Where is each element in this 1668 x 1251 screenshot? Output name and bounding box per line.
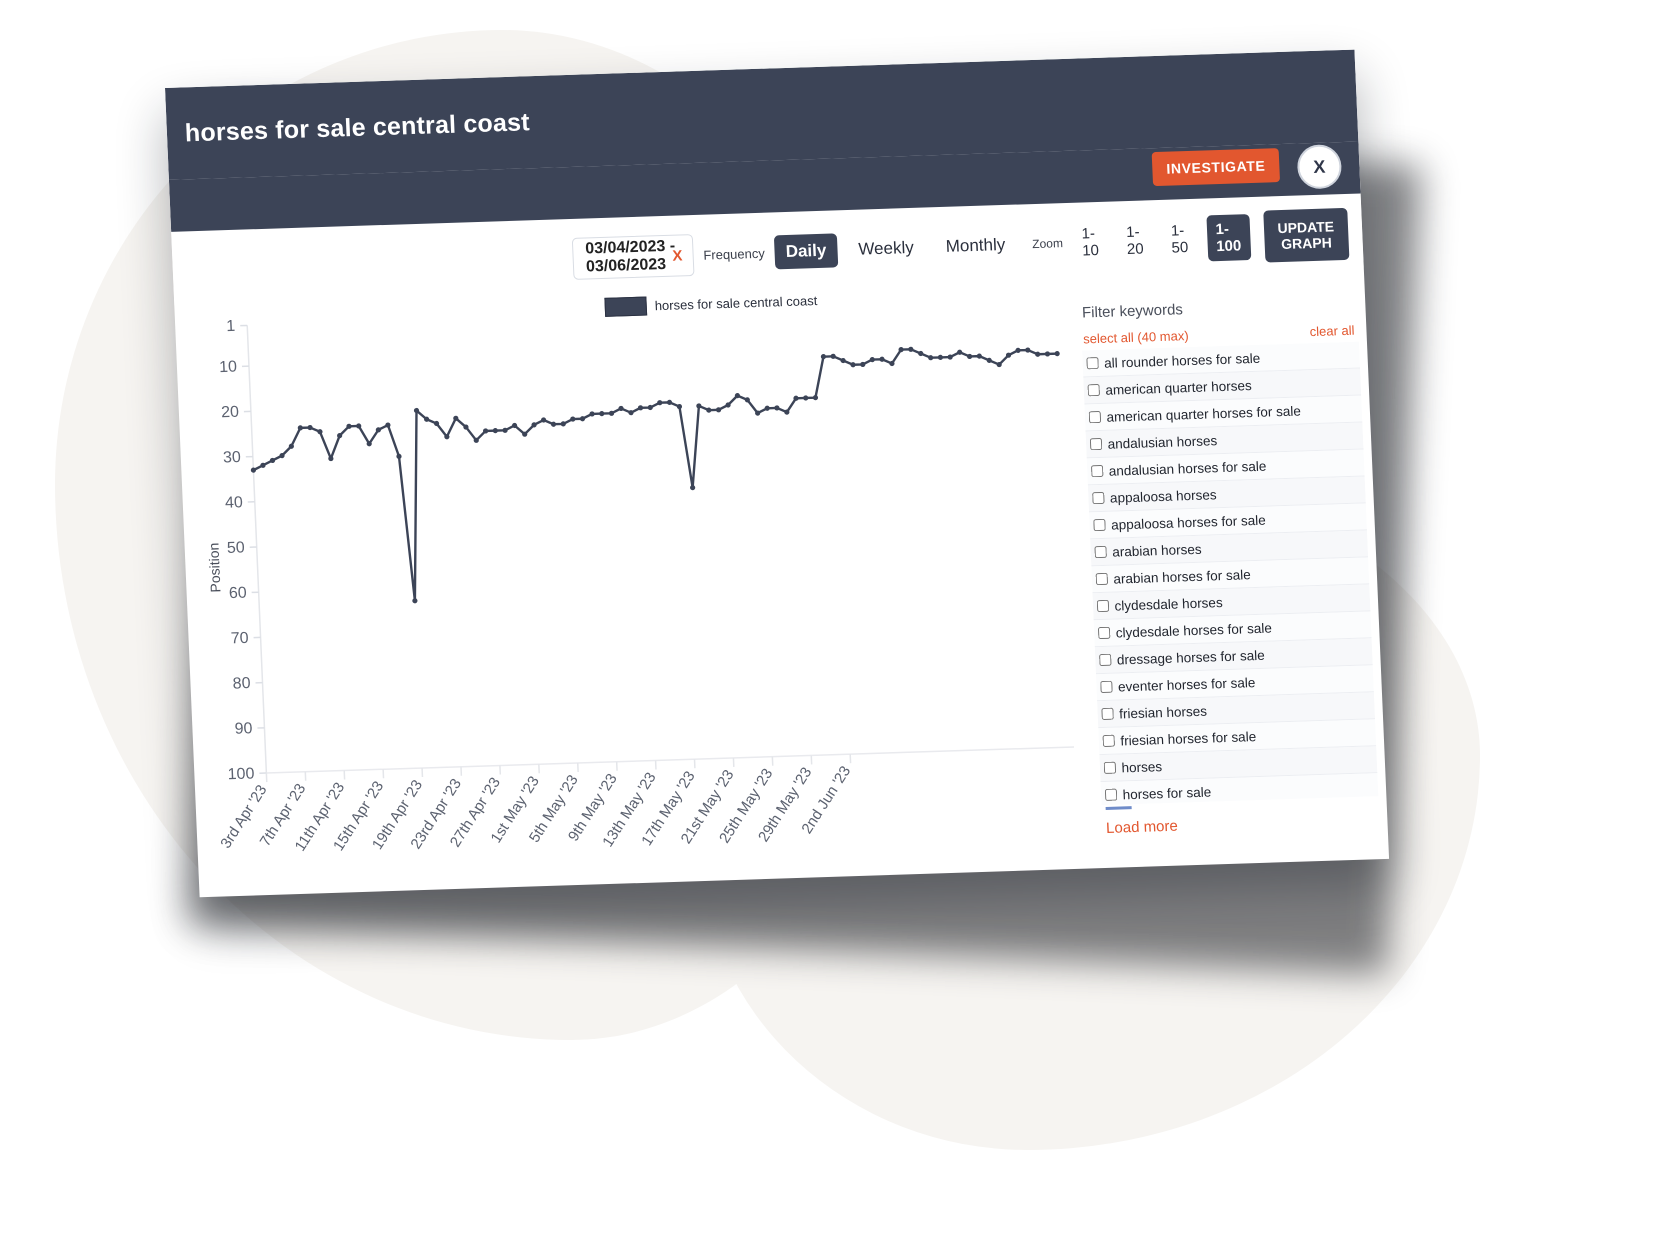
- panel-scroll-indicator: [1105, 806, 1132, 810]
- keyword-label: eventer horses for sale: [1117, 674, 1256, 695]
- keyword-list[interactable]: all rounder horses for sale american quar…: [1081, 341, 1379, 806]
- keyword-label: american quarter horses: [1105, 377, 1252, 398]
- keyword-label: arabian horses: [1111, 541, 1202, 560]
- date-range-input[interactable]: 03/04/2023 - 03/06/2023 X: [571, 234, 695, 280]
- y-axis-tick: 60: [229, 585, 248, 603]
- clear-all-link[interactable]: clear all: [1309, 323, 1354, 339]
- keyword-label: horses: [1121, 758, 1163, 775]
- y-axis-tick: 90: [234, 720, 253, 738]
- keyword-checkbox[interactable]: [1099, 680, 1113, 694]
- y-axis-tick: 50: [227, 539, 246, 557]
- y-axis-tick: 30: [223, 449, 242, 467]
- zoom-option-1-100[interactable]: 1-100: [1205, 214, 1251, 262]
- keyword-label: appaloosa horses: [1109, 486, 1217, 506]
- data-point[interactable]: [412, 598, 418, 604]
- keyword-checkbox[interactable]: [1098, 653, 1112, 667]
- keyword-checkbox[interactable]: [1100, 707, 1114, 721]
- keyword-label: dressage horses for sale: [1116, 647, 1265, 668]
- page-title: horses for sale central coast: [184, 107, 531, 147]
- data-point[interactable]: [690, 485, 696, 491]
- investigate-button[interactable]: INVESTIGATE: [1151, 148, 1281, 187]
- date-range-clear-icon[interactable]: X: [672, 247, 683, 264]
- y-axis-tick: 80: [232, 675, 251, 693]
- y-axis-tick: 20: [221, 404, 240, 422]
- keyword-checkbox[interactable]: [1090, 464, 1104, 478]
- keyword-checkbox[interactable]: [1094, 545, 1107, 559]
- keyword-checkbox[interactable]: [1085, 357, 1099, 370]
- y-axis-tick: 100: [227, 765, 255, 783]
- keyword-checkbox[interactable]: [1097, 626, 1111, 640]
- y-axis-tick: 40: [225, 494, 244, 512]
- frequency-label: Frequency: [703, 245, 766, 263]
- frequency-option-daily[interactable]: Daily: [774, 233, 839, 270]
- keyword-label: clydesdale horses: [1114, 594, 1223, 614]
- keyword-checkbox[interactable]: [1104, 788, 1117, 801]
- content-area: Position horses for sale central coast 1…: [174, 267, 1389, 897]
- chart-area: Position horses for sale central coast 1…: [174, 277, 1096, 897]
- y-axis-tick: 10: [219, 359, 238, 377]
- keyword-label: arabian horses for sale: [1113, 566, 1252, 587]
- keyword-checkbox[interactable]: [1096, 599, 1109, 613]
- load-more-link[interactable]: Load more: [1106, 818, 1178, 837]
- keyword-label: friesian horses for sale: [1120, 728, 1257, 748]
- filter-keywords-panel: Filter keywords select all (40 max) clea…: [1070, 267, 1389, 888]
- keyword-checkbox[interactable]: [1091, 491, 1105, 505]
- y-axis-tick: 1: [226, 318, 236, 335]
- data-point[interactable]: [937, 354, 944, 360]
- zoom-label: Zoom: [1031, 236, 1064, 252]
- keyword-label: andalusian horses: [1107, 432, 1218, 452]
- data-point[interactable]: [1044, 351, 1051, 357]
- zoom-option-1-20[interactable]: 1-20: [1117, 217, 1154, 264]
- series-line: [252, 348, 1058, 602]
- keyword-checkbox[interactable]: [1087, 383, 1100, 397]
- zoom-option-1-50[interactable]: 1-50: [1161, 216, 1198, 263]
- keyword-label: andalusian horses for sale: [1108, 458, 1267, 479]
- keyword-label: appaloosa horses for sale: [1110, 512, 1266, 533]
- keyword-label: american quarter horses for sale: [1106, 402, 1302, 425]
- keyword-label: all rounder horses for sale: [1103, 350, 1261, 371]
- data-point[interactable]: [1054, 351, 1060, 357]
- keyword-checkbox[interactable]: [1102, 734, 1115, 748]
- data-point[interactable]: [812, 395, 819, 401]
- y-axis-tick: 70: [230, 630, 249, 648]
- keyword-label: friesian horses: [1118, 703, 1208, 721]
- select-all-link[interactable]: select all (40 max): [1083, 328, 1189, 346]
- keyword-checkbox[interactable]: [1103, 761, 1116, 775]
- data-point[interactable]: [820, 354, 827, 360]
- keyword-label: clydesdale horses for sale: [1115, 620, 1273, 641]
- keyword-checkbox[interactable]: [1092, 518, 1106, 532]
- close-icon[interactable]: X: [1296, 144, 1343, 190]
- filter-keywords-heading: Filter keywords: [1081, 301, 1184, 322]
- data-point[interactable]: [599, 411, 605, 417]
- data-point[interactable]: [803, 395, 809, 401]
- frequency-option-monthly[interactable]: Monthly: [934, 228, 1017, 265]
- frequency-option-weekly[interactable]: Weekly: [847, 231, 926, 267]
- keyword-label: horses for sale: [1122, 784, 1212, 802]
- zoom-option-1-10[interactable]: 1-10: [1072, 219, 1109, 266]
- keyword-checkbox[interactable]: [1095, 572, 1108, 586]
- data-point[interactable]: [492, 428, 498, 434]
- line-chart[interactable]: 11020304050607080901003rd Apr '237th Apr…: [174, 277, 1104, 898]
- app-window: horses for sale central coast INVESTIGAT…: [165, 49, 1390, 898]
- update-graph-button[interactable]: UPDATE GRAPH: [1262, 207, 1350, 263]
- keyword-checkbox[interactable]: [1088, 410, 1101, 424]
- keyword-checkbox[interactable]: [1089, 437, 1102, 451]
